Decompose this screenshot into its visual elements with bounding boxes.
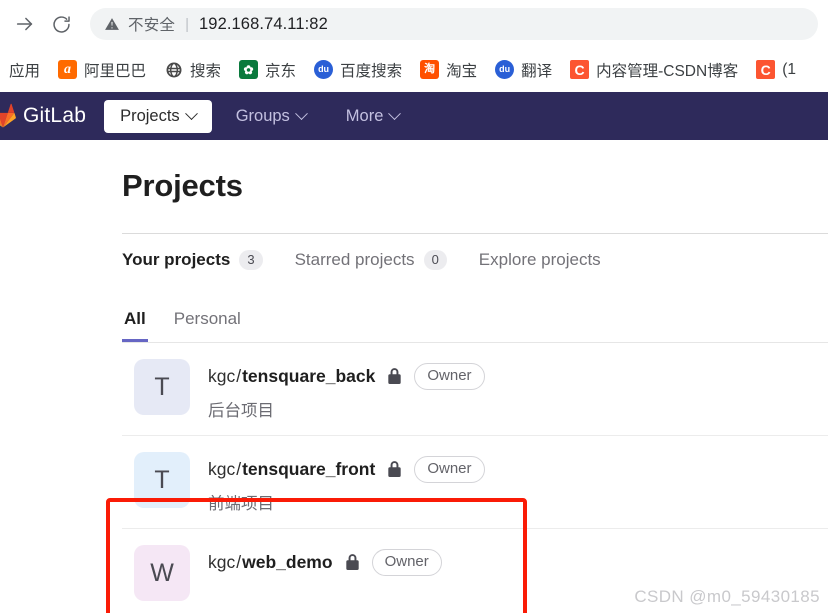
- bookmark-label: 内容管理-CSDN博客: [596, 62, 739, 80]
- bookmark-apps[interactable]: 应用: [0, 54, 49, 86]
- avatar: W: [134, 545, 190, 602]
- warning-triangle-icon: [104, 16, 120, 32]
- avatar: T: [134, 452, 190, 509]
- tab-count-badge: 0: [423, 250, 447, 271]
- project-list: T kgc/tensquare_back Owner 后台项目 T kgc/te…: [122, 343, 828, 613]
- omnibox-separator: |: [185, 15, 190, 33]
- bookmark-label: 搜索: [190, 62, 222, 80]
- security-status-label: 不安全: [128, 17, 176, 34]
- bookmark-search[interactable]: 搜索: [155, 54, 230, 86]
- bookmark-label: 阿里巴巴: [84, 62, 147, 80]
- tab-count-badge: 3: [239, 250, 263, 271]
- browser-toolbar: 不安全 | 192.168.74.11:82: [0, 0, 828, 48]
- bookmarks-bar: 应用 a 阿里巴巴 搜索 ✿ 京东 du 百度搜索 淘 淘宝 du 翻译 C 内…: [0, 48, 828, 92]
- bookmark-csdn-second[interactable]: C (1: [747, 55, 805, 84]
- bookmark-jd[interactable]: ✿ 京东: [230, 54, 305, 86]
- project-namespace: kgc: [208, 366, 236, 387]
- nav-item-label: More: [345, 106, 384, 125]
- role-badge: Owner: [414, 456, 485, 484]
- project-name[interactable]: kgc/tensquare_front: [208, 459, 375, 480]
- tab-label: Explore projects: [478, 250, 601, 270]
- project-row[interactable]: T kgc/tensquare_back Owner 后台项目: [122, 343, 828, 437]
- baidu-translate-icon: du: [495, 60, 515, 79]
- reload-icon[interactable]: [46, 9, 76, 39]
- chevron-down-icon: [184, 106, 198, 120]
- subtab-label: All: [124, 309, 146, 329]
- project-description: 后台项目: [208, 402, 274, 421]
- gitlab-brand-text: GitLab: [23, 104, 87, 127]
- role-badge: Owner: [414, 363, 485, 391]
- baidu-icon: du: [314, 60, 334, 79]
- chevron-down-icon: [294, 106, 308, 120]
- project-row[interactable]: T kgc/tensquare_front Owner 前端项目: [122, 436, 828, 530]
- bookmark-label: 淘宝: [446, 62, 478, 80]
- watermark: CSDN @m0_59430185: [634, 587, 820, 606]
- gitlab-logo[interactable]: GitLab: [0, 103, 86, 129]
- avatar: T: [134, 359, 190, 416]
- forward-arrow-icon[interactable]: [10, 9, 40, 39]
- project-basename: web_demo: [242, 552, 333, 573]
- bookmark-baidu-search[interactable]: du 百度搜索: [305, 54, 411, 86]
- csdn-icon: C: [570, 60, 590, 79]
- bookmark-label: 翻译: [521, 62, 553, 80]
- tab-label: Your projects: [122, 250, 231, 270]
- tab-your-projects[interactable]: Your projects 3: [122, 234, 277, 283]
- subtab-all[interactable]: All: [122, 303, 148, 343]
- lock-icon: [387, 461, 402, 478]
- url-text: 192.168.74.11:82: [199, 14, 328, 33]
- chevron-down-icon: [388, 106, 402, 120]
- tab-explore-projects[interactable]: Explore projects: [479, 234, 615, 283]
- lock-icon: [387, 368, 402, 385]
- bookmark-csdn-content[interactable]: C 内容管理-CSDN博客: [561, 54, 747, 86]
- page-title: Projects: [122, 168, 243, 203]
- nav-item-projects[interactable]: Projects: [104, 99, 212, 133]
- nav-item-more[interactable]: More: [330, 100, 416, 133]
- subtab-label: Personal: [173, 309, 241, 329]
- jd-icon: ✿: [239, 60, 259, 79]
- bookmark-alibaba[interactable]: a 阿里巴巴: [49, 54, 155, 86]
- project-basename: tensquare_back: [242, 366, 376, 387]
- project-namespace: kgc: [208, 459, 236, 480]
- project-basename: tensquare_front: [242, 459, 376, 480]
- subtab-personal[interactable]: Personal: [172, 303, 243, 342]
- csdn-icon: C: [756, 60, 776, 79]
- tab-label: Starred projects: [294, 250, 415, 270]
- bookmark-label: 百度搜索: [340, 62, 403, 80]
- alibaba-icon: a: [58, 60, 78, 79]
- bookmark-label: 京东: [265, 62, 297, 80]
- bookmark-label: (1: [782, 60, 796, 78]
- gitlab-navbar: GitLab Projects Groups More: [0, 92, 828, 140]
- bookmark-taobao[interactable]: 淘 淘宝: [411, 54, 486, 86]
- globe-icon: [164, 60, 183, 79]
- nav-item-label: Groups: [235, 106, 290, 125]
- nav-item-groups[interactable]: Groups: [220, 100, 322, 133]
- project-description: 前端项目: [208, 495, 274, 514]
- role-badge: Owner: [371, 549, 442, 577]
- address-bar[interactable]: 不安全 | 192.168.74.11:82: [90, 8, 818, 40]
- project-name[interactable]: kgc/web_demo: [208, 552, 333, 573]
- gitlab-tanuki-icon: [0, 103, 16, 128]
- project-name[interactable]: kgc/tensquare_back: [208, 366, 375, 387]
- tab-starred-projects[interactable]: Starred projects 0: [295, 234, 461, 283]
- lock-icon: [345, 554, 360, 571]
- bookmark-translate[interactable]: du 翻译: [486, 54, 561, 86]
- projects-tablist: Your projects 3 Starred projects 0 Explo…: [122, 233, 828, 283]
- project-namespace: kgc: [208, 552, 236, 573]
- projects-subtablist: All Personal: [122, 303, 828, 344]
- nav-item-label: Projects: [120, 106, 180, 125]
- page-content: Projects Your projects 3 Starred project…: [0, 140, 828, 613]
- bookmark-label: 应用: [9, 62, 41, 80]
- taobao-icon: 淘: [420, 60, 440, 79]
